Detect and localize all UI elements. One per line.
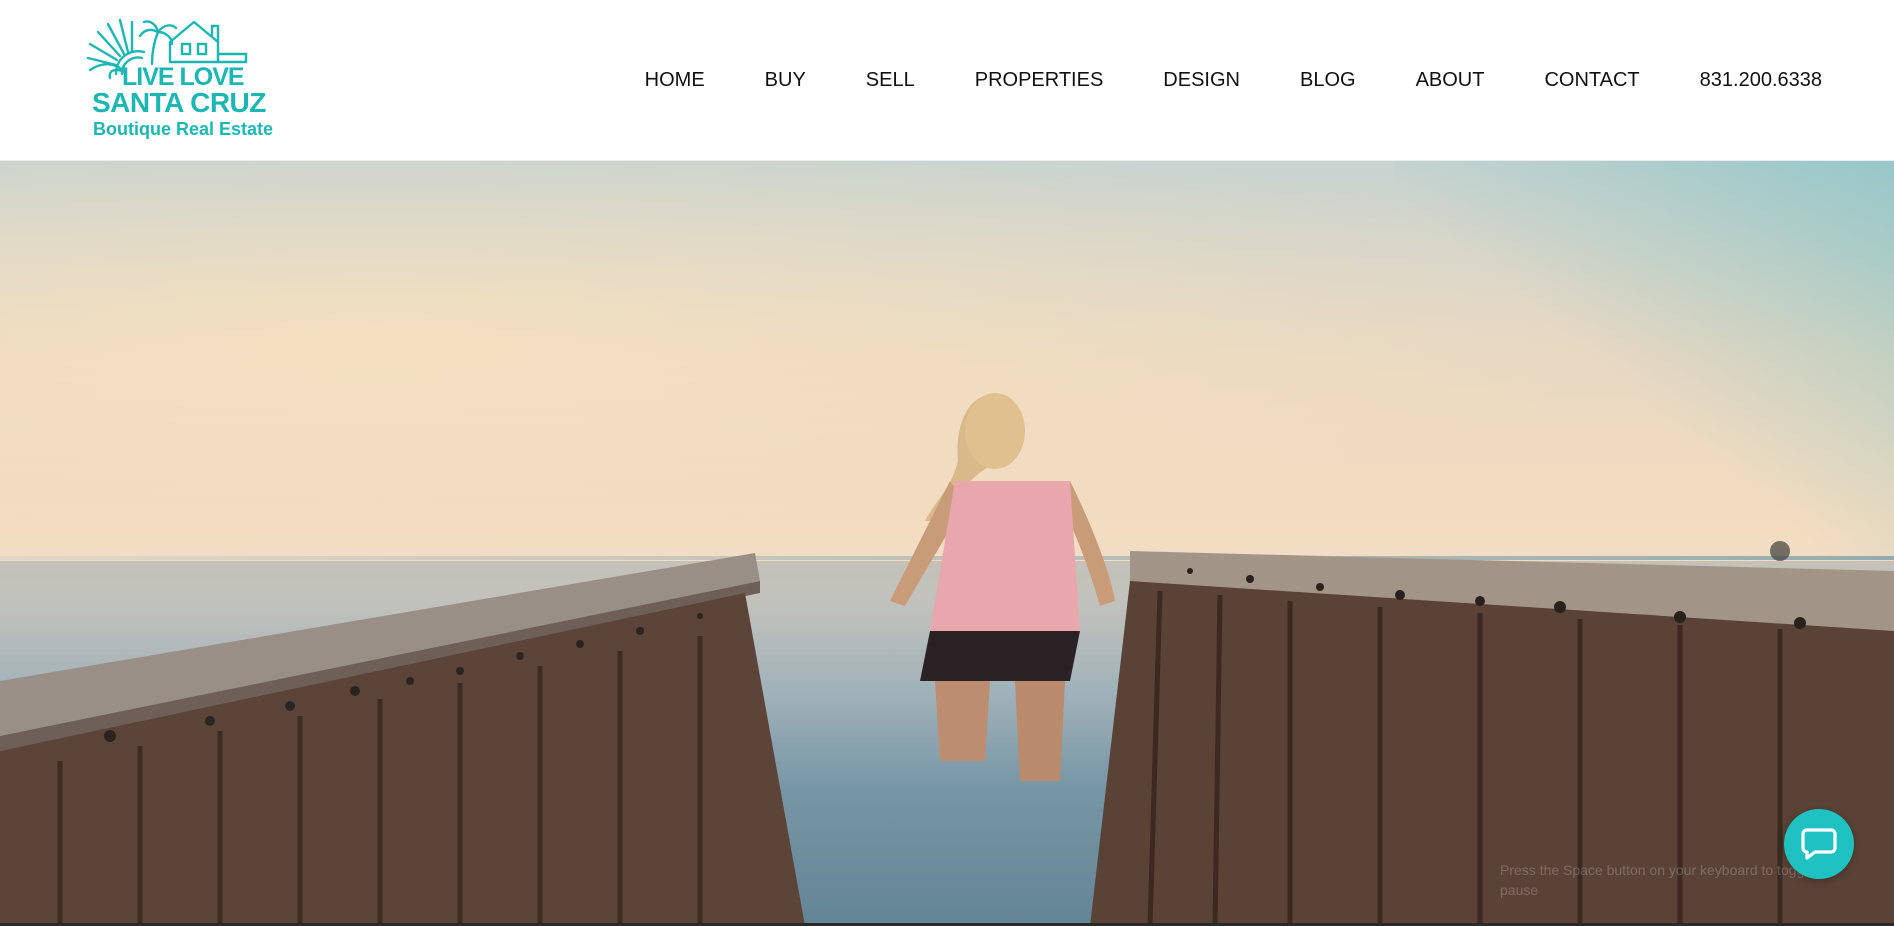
chat-bubble-icon <box>1801 828 1837 860</box>
video-pause-hint: Press the Space button on your keyboard … <box>1500 862 1816 898</box>
hero-video[interactable]: Press the Space button on your keyboard … <box>0 161 1894 926</box>
nav-buy[interactable]: BUY <box>765 69 806 92</box>
nav-home[interactable]: HOME <box>645 69 705 92</box>
nav-about[interactable]: ABOUT <box>1416 69 1485 92</box>
logo-line-santa-cruz: SANTA CRUZ <box>92 87 266 118</box>
chat-launcher-button[interactable] <box>1784 809 1854 879</box>
nav-properties[interactable]: PROPERTIES <box>975 69 1104 92</box>
nav-contact[interactable]: CONTACT <box>1544 69 1639 92</box>
site-logo[interactable]: LIVE LOVE SANTA CRUZ Boutique Real Estat… <box>86 16 273 146</box>
logo-tagline: Boutique Real Estate <box>93 119 274 139</box>
main-nav: HOME BUY SELL PROPERTIES DESIGN BLOG ABO… <box>645 0 1822 160</box>
hero-scene-illustration <box>0 393 1894 926</box>
nav-design[interactable]: DESIGN <box>1163 69 1240 92</box>
nav-sell[interactable]: SELL <box>866 69 915 92</box>
nav-phone-link[interactable]: 831.200.6338 <box>1700 69 1822 92</box>
nav-blog[interactable]: BLOG <box>1300 69 1356 92</box>
site-header: LIVE LOVE SANTA CRUZ Boutique Real Estat… <box>0 0 1894 161</box>
